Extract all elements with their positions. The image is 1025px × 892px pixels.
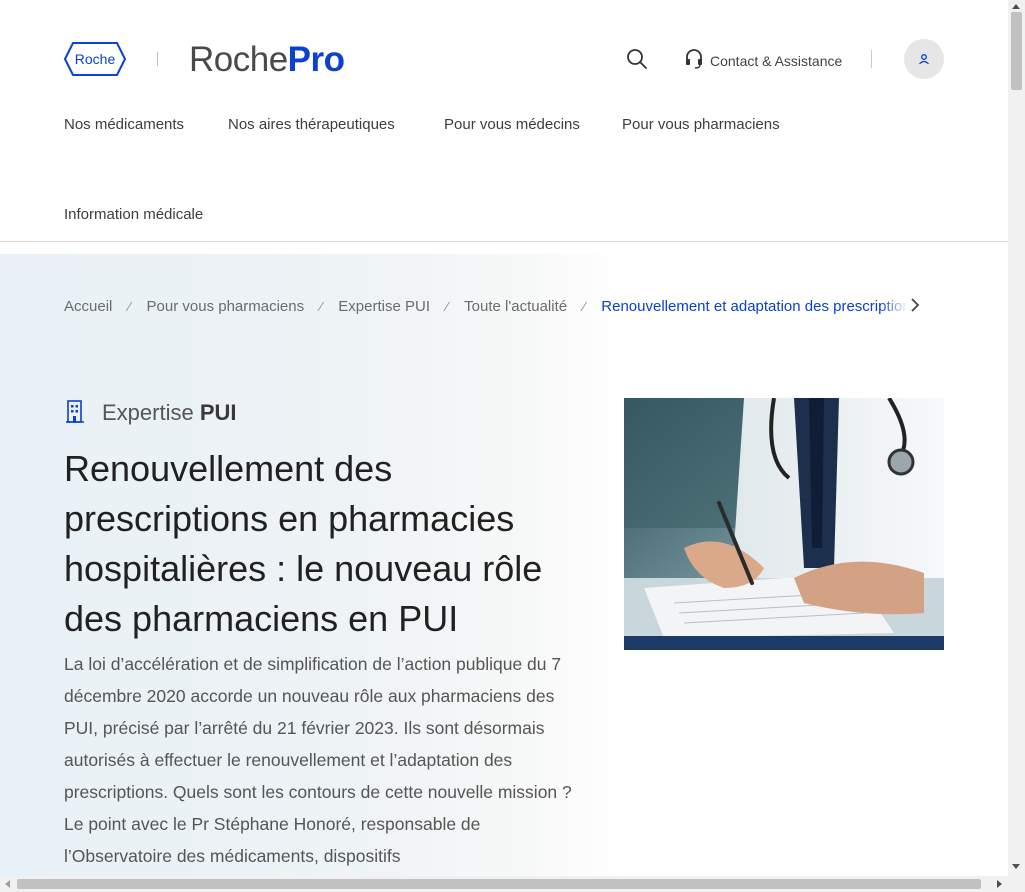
breadcrumb-scroll-right-icon[interactable] (908, 296, 922, 314)
breadcrumb-separator: ⁄ (583, 298, 586, 314)
article-category: Expertise PUI (64, 399, 237, 427)
building-icon (64, 399, 86, 427)
horizontal-scrollbar[interactable] (0, 876, 1008, 892)
headset-icon (684, 48, 704, 74)
user-icon (918, 50, 930, 69)
contact-assistance-link[interactable]: Contact & Assistance (684, 48, 842, 74)
scroll-down-icon[interactable] (1012, 864, 1020, 869)
brand-accent: Pro (287, 40, 345, 79)
article-title: Renouvellement des prescriptions en phar… (64, 448, 543, 639)
brand-main: Roche (189, 40, 288, 79)
site-header: Roche RochePro Contact & Assistance Nos … (0, 0, 1008, 242)
breadcrumb-separator: ⁄ (446, 298, 449, 314)
article-hero: Accueil ⁄ Pour vous pharmaciens ⁄ Expert… (0, 254, 1008, 876)
nav-item-information-medicale[interactable]: Information médicale (64, 206, 203, 223)
category-label: Expertise PUI (102, 400, 237, 426)
scrollbar-corner (1008, 876, 1025, 892)
article-lead: La loi d’accélération et de simplificati… (64, 654, 572, 866)
header-divider (871, 50, 872, 68)
breadcrumb-item-expertise-pui[interactable]: Expertise PUI (338, 298, 430, 315)
breadcrumb-separator: ⁄ (320, 298, 323, 314)
breadcrumb-current: Renouvellement et adaptation des prescri… (601, 297, 919, 315)
category-name: PUI (199, 400, 237, 425)
logo-text: Roche (75, 51, 116, 67)
scroll-right-icon[interactable] (997, 880, 1002, 888)
vertical-scrollbar[interactable] (1008, 0, 1025, 876)
brand-name[interactable]: RochePro (189, 40, 345, 80)
nav-item-medecins[interactable]: Pour vous médecins (444, 116, 580, 133)
contact-label: Contact & Assistance (710, 53, 843, 69)
scroll-left-icon[interactable] (5, 880, 10, 888)
nav-item-pharmaciens[interactable]: Pour vous pharmaciens (622, 116, 780, 133)
breadcrumb-item-actualite[interactable]: Toute l'actualité (464, 298, 567, 315)
nav-item-aires-therapeutiques[interactable]: Nos aires thérapeutiques (228, 116, 395, 133)
article-image-doctor-writing (624, 398, 944, 650)
logo-divider (157, 52, 158, 66)
vertical-scrollbar-thumb[interactable] (1011, 12, 1022, 90)
nav-item-medicaments[interactable]: Nos médicaments (64, 116, 184, 133)
scroll-up-icon[interactable] (1012, 4, 1020, 9)
user-account-button[interactable] (904, 39, 944, 79)
search-icon[interactable] (625, 47, 649, 71)
category-prefix: Expertise (102, 400, 194, 425)
horizontal-scrollbar-thumb[interactable] (17, 879, 981, 889)
breadcrumb: Accueil ⁄ Pour vous pharmaciens ⁄ Expert… (64, 296, 920, 316)
breadcrumb-item-accueil[interactable]: Accueil (64, 298, 112, 315)
breadcrumb-separator: ⁄ (128, 298, 131, 314)
roche-logo[interactable]: Roche (63, 42, 127, 76)
breadcrumb-item-pharmaciens[interactable]: Pour vous pharmaciens (147, 298, 305, 315)
